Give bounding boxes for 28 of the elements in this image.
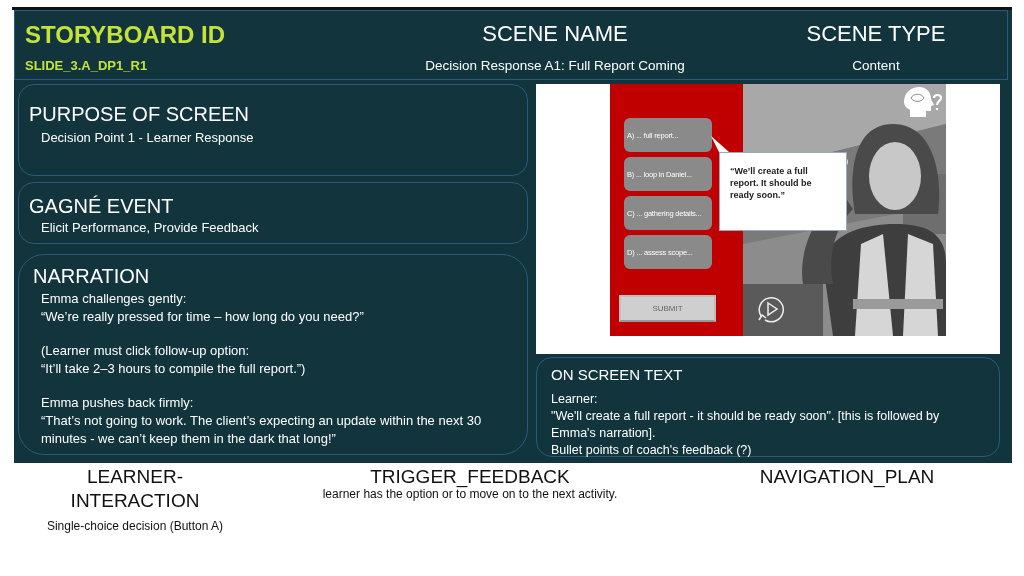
- storyboard-id-value: SLIDE_3.A_DP1_R1: [25, 58, 149, 73]
- narration-title: NARRATION: [33, 265, 151, 288]
- on-screen-text-line: Learner:: [551, 391, 599, 408]
- purpose-title: PURPOSE OF SCREEN: [29, 103, 251, 126]
- narration-line: Emma pushes back firmly:: [41, 394, 195, 412]
- trigger-feedback-label: TRIGGER_FEEDBACK: [370, 465, 570, 489]
- storyboard-id-label: STORYBOARD ID: [25, 21, 226, 49]
- trigger-feedback-value: learner has the option or to move on to the next activity.: [322, 487, 618, 501]
- replay-icon[interactable]: [756, 294, 786, 324]
- on-screen-text-title: ON SCREEN TEXT: [551, 366, 684, 383]
- on-screen-text-line: Bullet points of coach's feedback (?): [551, 442, 753, 459]
- scene-type-value: Content: [852, 58, 900, 73]
- speech-bubble: “We’ll create a full report. It should be ready soon.”: [719, 152, 847, 231]
- purpose-text: Decision Point 1 - Learner Response: [41, 130, 255, 145]
- scene-name-label: SCENE NAME: [482, 21, 628, 47]
- narration-line: (Learner must click follow-up option:: [41, 342, 251, 360]
- learner-interaction-value: Single-choice decision (Button A): [46, 519, 224, 533]
- learner-interaction-label: LEARNER- INTERACTION: [70, 465, 200, 513]
- gagne-event-text: Elicit Performance, Provide Feedback: [41, 219, 260, 235]
- gagne-event-title: GAGNÉ EVENT: [29, 194, 175, 218]
- narration-line: Emma challenges gently:: [41, 290, 188, 308]
- narration-line: “That’s not going to work. The client’s expecting an update within the next 30 minutes - we can’t keep them in the dark that long!”: [41, 412, 483, 448]
- navigation-plan-label: NAVIGATION_PLAN: [759, 465, 935, 489]
- scene-name-value: Decision Response A1: Full Report Coming: [425, 58, 685, 73]
- narration-line: “We’re really pressed for time – how long do you need?”: [41, 308, 365, 326]
- narration-line: “It’ll take 2–3 hours to compile the full report.”): [41, 360, 307, 378]
- on-screen-text-line: "We'll create a full report - it should be ready soon". [this is followed by Emma's narration].: [551, 408, 941, 442]
- scene-type-label: SCENE TYPE: [806, 21, 946, 47]
